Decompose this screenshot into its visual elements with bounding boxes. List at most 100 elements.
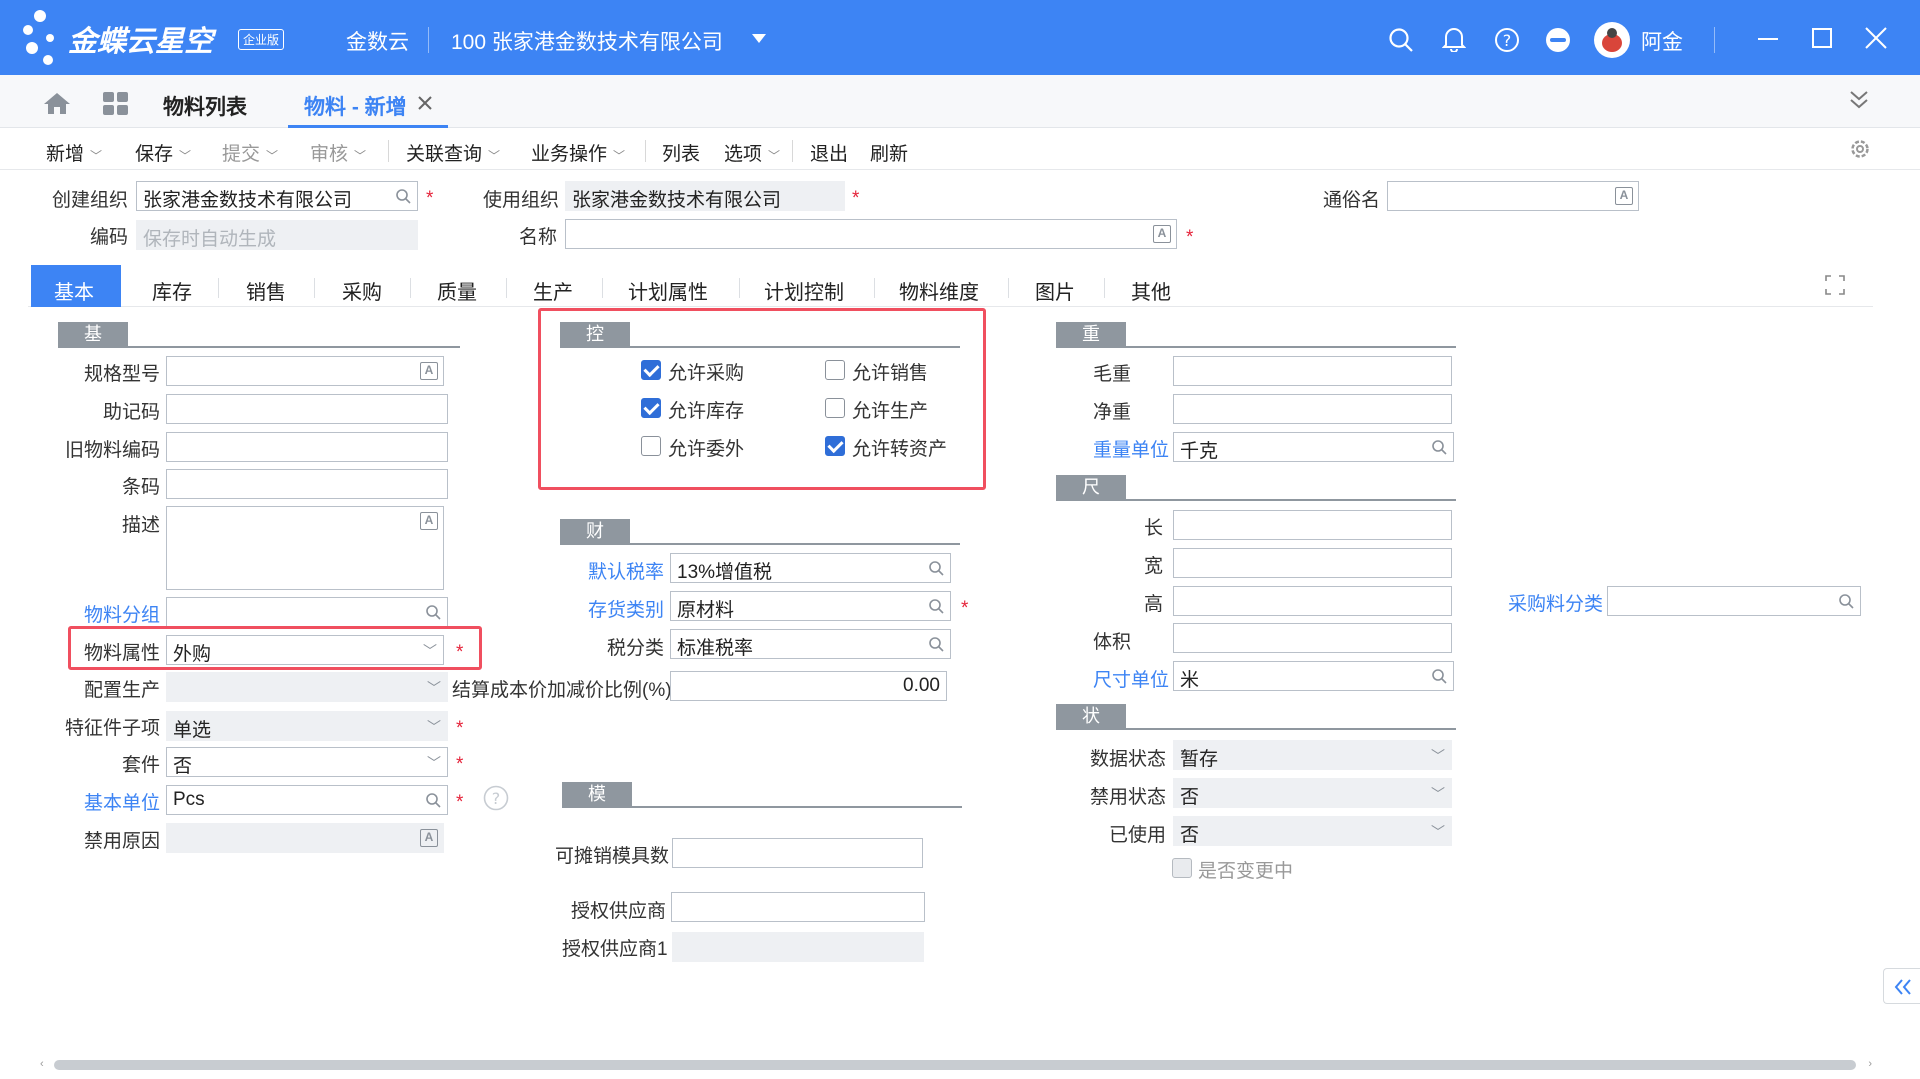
new-button[interactable]: 新增 ﹀ [46,139,102,166]
description-field[interactable]: A [166,506,444,590]
user-name[interactable]: 阿金 [1641,26,1683,56]
purchase-category-label[interactable]: 采购料分类 [1508,589,1603,616]
tab-divider [506,278,507,298]
audit-button[interactable]: 审核 ﹀ [310,139,366,166]
tax-rate-label[interactable]: 默认税率 [588,557,664,584]
bell-icon[interactable] [1442,26,1466,52]
kit-select[interactable]: 否 ﹀ [166,747,448,777]
tab-material-new[interactable]: 物料 - 新增 [304,91,407,121]
save-button[interactable]: 保存 ﹀ [135,139,191,166]
stock-type-label[interactable]: 存货类别 [588,595,664,622]
tab-image[interactable]: 图片 [1035,276,1075,305]
base-unit-field[interactable]: Pcs [166,785,448,815]
barcode-label: 条码 [122,477,161,498]
allow-purchase-checkbox[interactable] [641,360,661,380]
unit-label[interactable]: 基本单位 [84,788,160,815]
help-icon[interactable]: ? [483,785,509,811]
size-unit-field[interactable]: 米 [1173,661,1454,691]
spec-field[interactable]: A [166,356,444,386]
business-ops-button[interactable]: 业务操作 ﹀ [531,139,625,166]
volume-field[interactable] [1173,623,1452,653]
tab-plan-control[interactable]: 计划控制 [764,276,844,305]
options-button[interactable]: 选项 ﹀ [724,139,780,166]
allow-stock-checkbox[interactable] [641,398,661,418]
old-code-field[interactable] [166,432,448,462]
search-icon[interactable] [1388,27,1414,53]
tab-divider [410,278,411,298]
search-icon [1839,594,1854,609]
weight-unit-field[interactable]: 千克 [1173,432,1454,462]
product-name[interactable]: 金数云 [346,26,409,56]
org-switcher[interactable]: 100 张家港金数技术有限公司 [451,26,723,56]
tab-other[interactable]: 其他 [1131,276,1171,305]
related-query-button[interactable]: 关联查询 ﹀ [406,139,500,166]
gross-weight-field[interactable] [1173,356,1452,386]
home-icon[interactable] [43,91,71,115]
supplier-field[interactable] [671,892,925,922]
group-label[interactable]: 物料分组 [84,600,160,627]
material-attr-select[interactable]: 外购 ﹀ [166,635,444,665]
feature-item-select[interactable]: 单选 ﹀ [166,711,448,741]
avatar[interactable] [1594,22,1630,58]
common-name-field[interactable]: A [1387,181,1639,211]
gear-icon[interactable] [1849,138,1871,160]
purchase-category-field[interactable] [1607,586,1861,616]
height-field[interactable] [1173,586,1452,616]
submit-button[interactable]: 提交 ﹀ [222,139,278,166]
tab-purchase[interactable]: 采购 [342,276,382,305]
refresh-button[interactable]: 刷新 [870,139,908,166]
stock-type-field[interactable]: 原材料 [670,591,951,621]
tab-production[interactable]: 生产 [533,276,573,305]
allow-outsource-checkbox[interactable] [641,436,661,456]
tab-inventory[interactable]: 库存 [152,276,192,305]
help-icon[interactable]: ? [1494,27,1520,53]
chevron-double-down-icon[interactable] [1849,90,1869,110]
apps-grid-icon[interactable] [103,92,129,116]
cost-ratio-field[interactable]: 0.00 [670,671,947,701]
minimize-icon[interactable] [1758,38,1778,40]
weight-unit-label[interactable]: 重量单位 [1093,435,1169,462]
close-tab-icon[interactable] [418,96,432,110]
allow-produce-checkbox[interactable] [825,398,845,418]
tab-basic[interactable]: 基本 [54,276,94,305]
name-field[interactable]: A [565,219,1177,249]
maximize-icon[interactable] [1812,28,1832,48]
tab-material-dimension[interactable]: 物料维度 [899,276,979,305]
chevron-down-icon: ﹀ [354,149,367,163]
toolbar: 新增 ﹀ 保存 ﹀ 提交 ﹀ 审核 ﹀ 关联查询 ﹀ 业务操作 ﹀ 列表 选项 ﹀ 退出 刷新 [0,128,1920,170]
allow-produce-label: 允许生产 [852,401,929,422]
create-org-field[interactable]: 张家港金数技术有限公司 [136,181,418,211]
tax-class-field[interactable]: 标准税率 [670,629,951,659]
close-window-icon[interactable] [1865,27,1887,49]
barcode-field[interactable] [166,469,448,499]
expand-icon[interactable] [1825,275,1845,295]
exit-button[interactable]: 退出 [810,139,848,166]
chevron-down-icon: ﹀ [1431,786,1445,802]
tab-plan-attr[interactable]: 计划属性 [628,276,708,305]
allow-outsource-label: 允许委外 [668,439,745,460]
horizontal-scrollbar[interactable]: ‹ › [36,1057,1876,1073]
org-dropdown-icon[interactable] [752,34,766,44]
mnemonic-field[interactable] [166,394,448,424]
tab-material-list[interactable]: 物料列表 [163,91,247,121]
search-icon [396,189,411,204]
width-field[interactable] [1173,548,1452,578]
used-select: 否 ﹀ [1173,816,1452,846]
tab-quality[interactable]: 质量 [437,276,477,305]
chat-icon[interactable] [1545,27,1571,53]
disabled-status-label: 禁用状态 [1090,787,1167,808]
amortize-field[interactable] [672,838,923,868]
list-button[interactable]: 列表 [662,139,700,166]
used-label: 已使用 [1109,825,1167,846]
size-unit-label[interactable]: 尺寸单位 [1093,665,1169,692]
length-field[interactable] [1173,510,1452,540]
data-status-label: 数据状态 [1090,749,1167,770]
group-field[interactable] [166,597,448,627]
allow-asset-checkbox[interactable] [825,436,845,456]
side-panel-toggle[interactable] [1883,968,1920,1004]
allow-sale-checkbox[interactable] [825,360,845,380]
tax-rate-field[interactable]: 13%增值税 [670,553,951,583]
net-weight-field[interactable] [1173,394,1452,424]
tab-sales[interactable]: 销售 [246,276,286,305]
name-label: 名称 [519,227,558,248]
